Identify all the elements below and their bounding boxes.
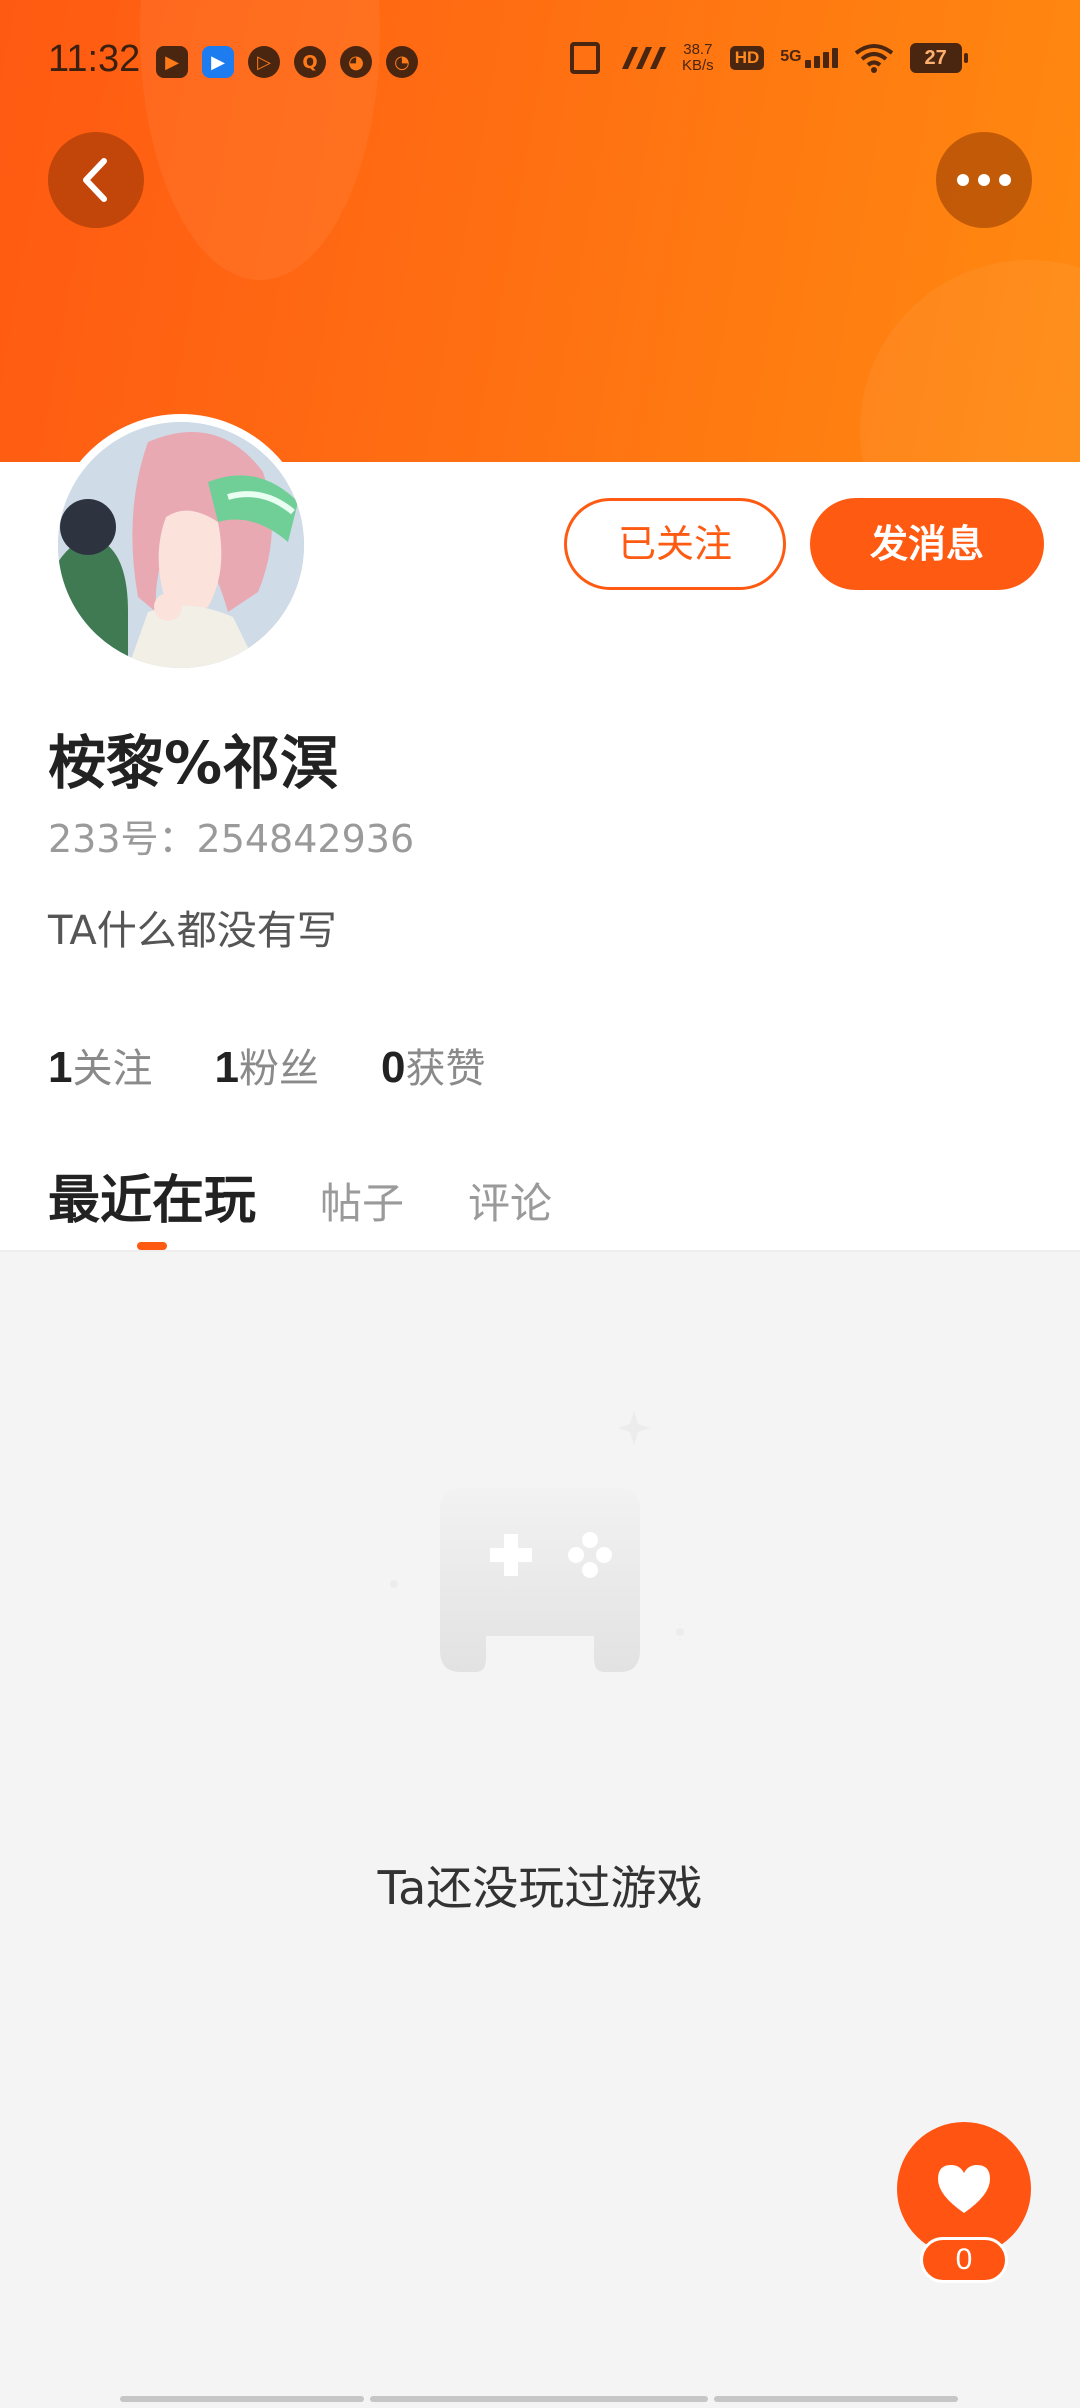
chevron-left-icon: [83, 158, 107, 202]
speed-app-icon: ◔: [386, 46, 418, 78]
like-button[interactable]: [897, 2122, 1031, 2256]
like-count-badge: 0: [920, 2237, 1008, 2283]
fans-stat[interactable]: 1 粉丝: [214, 1036, 318, 1094]
followed-button[interactable]: 已关注: [564, 498, 786, 590]
following-stat[interactable]: 1 关注: [48, 1036, 152, 1094]
battery-indicator: 27: [909, 43, 968, 73]
fans-count: 1: [214, 1043, 239, 1092]
tab-posts[interactable]: 帖子: [320, 1170, 404, 1231]
more-dots-icon: [957, 174, 1011, 186]
likes-stat[interactable]: 0 获赞: [381, 1036, 485, 1094]
tencent-video-icon: ▶: [202, 46, 234, 78]
user-bio: TA什么都没有写: [48, 908, 337, 954]
profile-tabs: 最近在玩 帖子 评论: [48, 1158, 616, 1233]
avatar-illustration: [58, 422, 304, 668]
empty-state-message: Ta还没玩过游戏: [377, 1861, 703, 1915]
signal-brand-icon: [622, 47, 666, 69]
back-button[interactable]: [48, 132, 144, 228]
q-app-icon: Q: [294, 46, 326, 78]
network-speed-value: 38.7: [683, 41, 713, 58]
banner-decoration: [860, 260, 1080, 462]
wifi-icon: [854, 44, 893, 73]
tab-comments[interactable]: 评论: [468, 1170, 552, 1231]
empty-state-illustration: [380, 1410, 700, 1710]
user-id: 233号：254842936: [48, 817, 415, 861]
network-speed: 38.7 KB/s: [682, 42, 714, 74]
likes-label: 获赞: [405, 1046, 486, 1092]
user-nickname: 桉黎%祁溟: [48, 729, 339, 797]
hd-badge: HD: [729, 46, 765, 70]
following-count: 1: [48, 1043, 73, 1092]
cat-app-icon: ◕: [340, 46, 372, 78]
system-indicators: 38.7 KB/s HD 5G 27: [570, 42, 968, 74]
send-message-button[interactable]: 发消息: [810, 498, 1044, 590]
cellular-signal-icon: 5G: [780, 48, 838, 68]
vibrate-icon: [570, 42, 600, 74]
tab-recently-played[interactable]: 最近在玩: [48, 1158, 256, 1233]
notification-icons: ▶ ▶ ▷ Q ◕ ◔: [156, 46, 418, 78]
avatar[interactable]: [58, 422, 304, 668]
network-type: 5G: [780, 48, 802, 65]
user-stats: 1 关注 1 粉丝 0 获赞: [48, 1036, 485, 1094]
play-app-icon: ▷: [248, 46, 280, 78]
network-speed-unit: KB/s: [682, 57, 714, 74]
active-tab-indicator: [137, 1242, 167, 1250]
heart-icon: [938, 2165, 990, 2213]
gamepad-icon: [390, 1410, 684, 1672]
status-bar: 11:32 ▶ ▶ ▷ Q ◕ ◔ 38.7 KB/s HD 5G 27: [0, 0, 1080, 130]
fans-label: 粉丝: [238, 1046, 319, 1092]
video-app-icon: ▶: [156, 46, 188, 78]
more-options-button[interactable]: [936, 132, 1032, 228]
profile-page: 11:32 ▶ ▶ ▷ Q ◕ ◔ 38.7 KB/s HD 5G 27 已关注…: [0, 0, 1080, 2408]
likes-count: 0: [380, 1043, 406, 1092]
following-label: 关注: [72, 1046, 153, 1092]
tabs-divider: [0, 1250, 1080, 1252]
gesture-navigation-bar[interactable]: [120, 2396, 960, 2404]
avatar-frame: [50, 414, 312, 676]
status-time: 11:32: [48, 38, 141, 80]
